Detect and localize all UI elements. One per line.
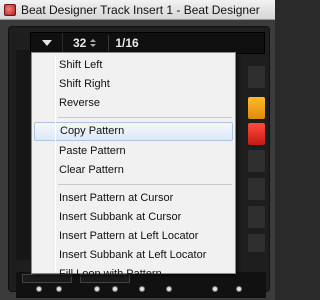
menu-item-copy-pattern[interactable]: Copy Pattern <box>34 122 233 141</box>
pattern-context-menu: Shift Left Shift Right Reverse Copy Patt… <box>31 52 236 280</box>
pattern-dot[interactable] <box>166 286 172 292</box>
step-resolution[interactable]: 1/16 <box>115 36 138 50</box>
toolbar-divider <box>108 35 110 51</box>
menu-item-fill-loop-with-pattern[interactable]: Fill Loop with Pattern <box>32 265 235 284</box>
window-title: Beat Designer Track Insert 1 - Beat Desi… <box>21 2 260 17</box>
menu-item-shift-left[interactable]: Shift Left <box>32 56 235 75</box>
menu-item-insert-subbank-at-left-locator[interactable]: Insert Subbank at Left Locator <box>32 246 235 265</box>
pad-red[interactable] <box>248 123 265 145</box>
menu-item-insert-pattern-at-cursor[interactable]: Insert Pattern at Cursor <box>32 189 235 208</box>
menu-item-reverse[interactable]: Reverse <box>32 94 235 113</box>
pad[interactable] <box>248 66 265 88</box>
app-icon <box>4 3 16 16</box>
menu-separator <box>58 184 232 185</box>
pattern-number[interactable]: 32 <box>63 36 90 50</box>
menu-separator <box>58 117 232 118</box>
pattern-dot[interactable] <box>212 286 218 292</box>
pattern-toolbar: 32 1/16 <box>30 32 265 54</box>
window-titlebar: Beat Designer Track Insert 1 - Beat Desi… <box>0 0 275 20</box>
pattern-dot[interactable] <box>112 286 118 292</box>
pattern-dot[interactable] <box>94 286 100 292</box>
pattern-dot[interactable] <box>139 286 145 292</box>
arrow-up-icon[interactable] <box>90 39 97 42</box>
menu-item-insert-pattern-at-left-locator[interactable]: Insert Pattern at Left Locator <box>32 227 235 246</box>
pattern-number-stepper[interactable] <box>90 39 97 47</box>
menu-gutter <box>55 55 56 271</box>
arrow-down-icon[interactable] <box>90 44 97 47</box>
pattern-menu-button[interactable] <box>31 33 63 53</box>
pattern-dot[interactable] <box>36 286 42 292</box>
pattern-dot[interactable] <box>56 286 62 292</box>
left-pad-column <box>16 50 30 260</box>
pad[interactable] <box>248 234 265 252</box>
menu-item-clear-pattern[interactable]: Clear Pattern <box>32 161 235 180</box>
pad[interactable] <box>248 206 265 228</box>
menu-item-insert-subbank-at-cursor[interactable]: Insert Subbank at Cursor <box>32 208 235 227</box>
pad[interactable] <box>248 150 265 172</box>
menu-item-paste-pattern[interactable]: Paste Pattern <box>32 142 235 161</box>
pattern-dot[interactable] <box>236 286 242 292</box>
menu-item-shift-right[interactable]: Shift Right <box>32 75 235 94</box>
pad[interactable] <box>248 178 265 200</box>
pad-orange[interactable] <box>248 97 265 119</box>
dropdown-triangle-icon <box>41 40 52 46</box>
